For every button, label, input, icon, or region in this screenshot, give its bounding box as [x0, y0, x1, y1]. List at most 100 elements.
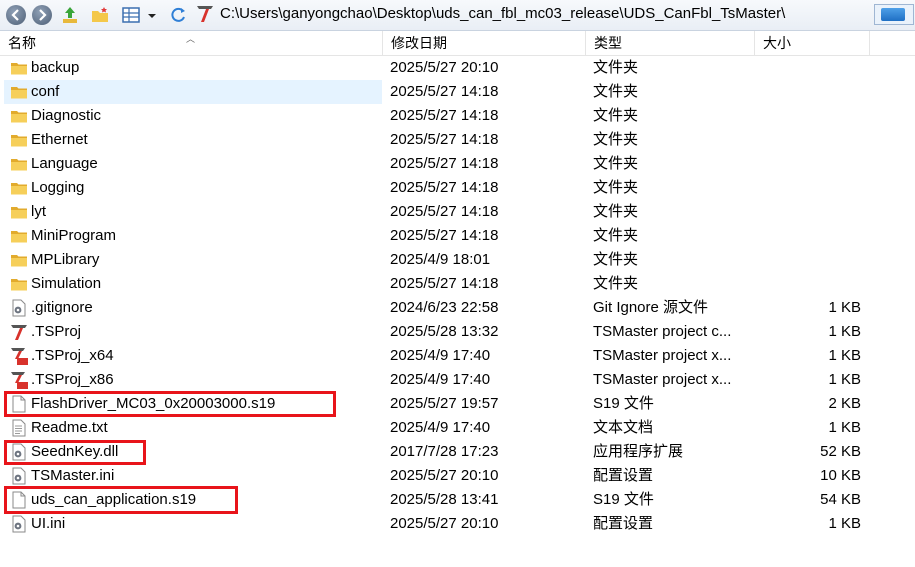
- column-date-header[interactable]: 修改日期: [383, 31, 586, 55]
- refresh-button[interactable]: [168, 5, 188, 25]
- file-row[interactable]: backup 2025/5/27 20:10 文件夹: [0, 56, 915, 80]
- gear-file-icon: [10, 467, 28, 485]
- file-row[interactable]: TSMaster.ini 2025/5/27 20:10 配置设置 10 KB: [0, 464, 915, 488]
- name-cell[interactable]: Diagnostic: [4, 104, 382, 128]
- new-folder-button[interactable]: [90, 5, 110, 25]
- view-dropdown-button[interactable]: [146, 9, 158, 21]
- view-button[interactable]: [121, 5, 141, 25]
- file-type: TSMaster project c...: [593, 323, 732, 340]
- name-cell[interactable]: MiniProgram: [4, 224, 382, 248]
- file-row[interactable]: .TSProj 2025/5/28 13:32 TSMaster project c…: [0, 320, 915, 344]
- file-type: 文件夹: [593, 83, 639, 100]
- address-dropdown-button[interactable]: [874, 4, 914, 25]
- file-row[interactable]: Logging 2025/5/27 14:18 文件夹: [0, 176, 915, 200]
- file-row[interactable]: Language 2025/5/27 14:18 文件夹: [0, 152, 915, 176]
- folder-icon: [10, 251, 28, 269]
- file-row[interactable]: Simulation 2025/5/27 14:18 文件夹: [0, 272, 915, 296]
- name-cell[interactable]: lyt: [4, 200, 382, 224]
- name-cell[interactable]: Logging: [4, 176, 382, 200]
- file-type: 文件夹: [593, 227, 639, 244]
- up-folder-button[interactable]: [60, 5, 80, 25]
- file-type: Git Ignore 源文件: [593, 299, 709, 316]
- file-date: 2025/5/27 14:18: [390, 107, 499, 124]
- name-cell[interactable]: .gitignore: [4, 296, 382, 320]
- name-cell[interactable]: Ethernet: [4, 128, 382, 152]
- file-size: 1 KB: [828, 371, 861, 388]
- name-cell[interactable]: MPLibrary: [4, 248, 382, 272]
- file-type: 文件夹: [593, 59, 639, 76]
- column-size-header[interactable]: 大小: [755, 31, 870, 55]
- folder-icon: [10, 83, 28, 101]
- name-cell[interactable]: Readme.txt: [4, 416, 382, 440]
- column-name-header[interactable]: 名称 ︿: [0, 31, 383, 55]
- file-row[interactable]: Readme.txt 2025/4/9 17:40 文本文档 1 KB: [0, 416, 915, 440]
- name-cell[interactable]: UI.ini: [4, 512, 382, 536]
- file-type: 配置设置: [593, 467, 654, 484]
- file-size: 10 KB: [820, 467, 861, 484]
- file-date: 2025/5/28 13:41: [390, 491, 499, 508]
- file-size: 1 KB: [828, 323, 861, 340]
- file-date: 2025/5/27 14:18: [390, 83, 499, 100]
- file-name: FlashDriver_MC03_0x20003000.s19: [31, 395, 276, 412]
- window-icon: [881, 8, 905, 21]
- file-row[interactable]: SeednKey.dll 2017/7/28 17:23 应用程序扩展 52 KB: [0, 440, 915, 464]
- name-cell[interactable]: Language: [4, 152, 382, 176]
- gear-file-icon: [10, 443, 28, 461]
- file-size: 1 KB: [828, 515, 861, 532]
- file-row[interactable]: Diagnostic 2025/5/27 14:18 文件夹: [0, 104, 915, 128]
- folder-icon: [10, 59, 28, 77]
- file-row[interactable]: FlashDriver_MC03_0x20003000.s19 2025/5/27…: [0, 392, 915, 416]
- file-name: .gitignore: [31, 299, 93, 316]
- name-cell[interactable]: .TSProj_x64: [4, 344, 382, 368]
- column-type-header[interactable]: 类型: [586, 31, 755, 55]
- column-size-label: 大小: [763, 35, 791, 51]
- file-row[interactable]: Ethernet 2025/5/27 14:18 文件夹: [0, 128, 915, 152]
- file-type: 文件夹: [593, 275, 639, 292]
- name-cell[interactable]: .TSProj_x86: [4, 368, 382, 392]
- folder-icon: [10, 107, 28, 125]
- file-type: 文件夹: [593, 251, 639, 268]
- gear-file-icon: [10, 515, 28, 533]
- name-cell[interactable]: Simulation: [4, 272, 382, 296]
- file-type: 文件夹: [593, 179, 639, 196]
- file-name: conf: [31, 83, 60, 100]
- file-type: TSMaster project x...: [593, 347, 732, 364]
- chevron-down-icon: [148, 14, 156, 18]
- name-cell[interactable]: FlashDriver_MC03_0x20003000.s19: [4, 392, 382, 416]
- file-row[interactable]: uds_can_application.s19 2025/5/28 13:41 S1…: [0, 488, 915, 512]
- folder-icon: [10, 155, 28, 173]
- name-cell[interactable]: TSMaster.ini: [4, 464, 382, 488]
- folder-icon: [10, 203, 28, 221]
- file-size: 2 KB: [828, 395, 861, 412]
- name-cell[interactable]: .TSProj: [4, 320, 382, 344]
- toolbar: C:\Users\ganyongchao\Desktop\uds_can_fbl…: [0, 0, 915, 31]
- back-button[interactable]: [6, 5, 26, 25]
- forward-button[interactable]: [32, 5, 52, 25]
- file-row[interactable]: MiniProgram 2025/5/27 14:18 文件夹: [0, 224, 915, 248]
- file-row[interactable]: .TSProj_x86 2025/4/9 17:40 TSMaster projec…: [0, 368, 915, 392]
- file-name: uds_can_application.s19: [31, 491, 197, 508]
- folder-icon: [10, 131, 28, 149]
- name-cell[interactable]: uds_can_application.s19: [4, 488, 382, 512]
- file-type: 配置设置: [593, 515, 654, 532]
- file-row[interactable]: .gitignore 2024/6/23 22:58 Git Ignore 源文件 1…: [0, 296, 915, 320]
- file-row[interactable]: .TSProj_x64 2025/4/9 17:40 TSMaster projec…: [0, 344, 915, 368]
- name-cell[interactable]: conf: [4, 80, 382, 104]
- file-name: lyt: [31, 203, 46, 220]
- file-size: 1 KB: [828, 419, 861, 436]
- file-name: .TSProj_x86: [31, 371, 114, 388]
- file-row[interactable]: conf 2025/5/27 14:18 文件夹: [0, 80, 915, 104]
- folder-icon: [10, 227, 28, 245]
- tsmaster-x64-icon: [10, 347, 28, 365]
- file-date: 2024/6/23 22:58: [390, 299, 499, 316]
- file-row[interactable]: MPLibrary 2025/4/9 18:01 文件夹: [0, 248, 915, 272]
- tsmaster-x86-icon: [10, 371, 28, 389]
- file-date: 2025/4/9 18:01: [390, 251, 491, 268]
- name-cell[interactable]: SeednKey.dll: [4, 440, 382, 464]
- file-name: Language: [31, 155, 98, 172]
- file-row[interactable]: lyt 2025/5/27 14:18 文件夹: [0, 200, 915, 224]
- file-date: 2025/4/9 17:40: [390, 371, 491, 388]
- file-row[interactable]: UI.ini 2025/5/27 20:10 配置设置 1 KB: [0, 512, 915, 536]
- address-bar[interactable]: C:\Users\ganyongchao\Desktop\uds_can_fbl…: [220, 4, 872, 24]
- name-cell[interactable]: backup: [4, 56, 382, 80]
